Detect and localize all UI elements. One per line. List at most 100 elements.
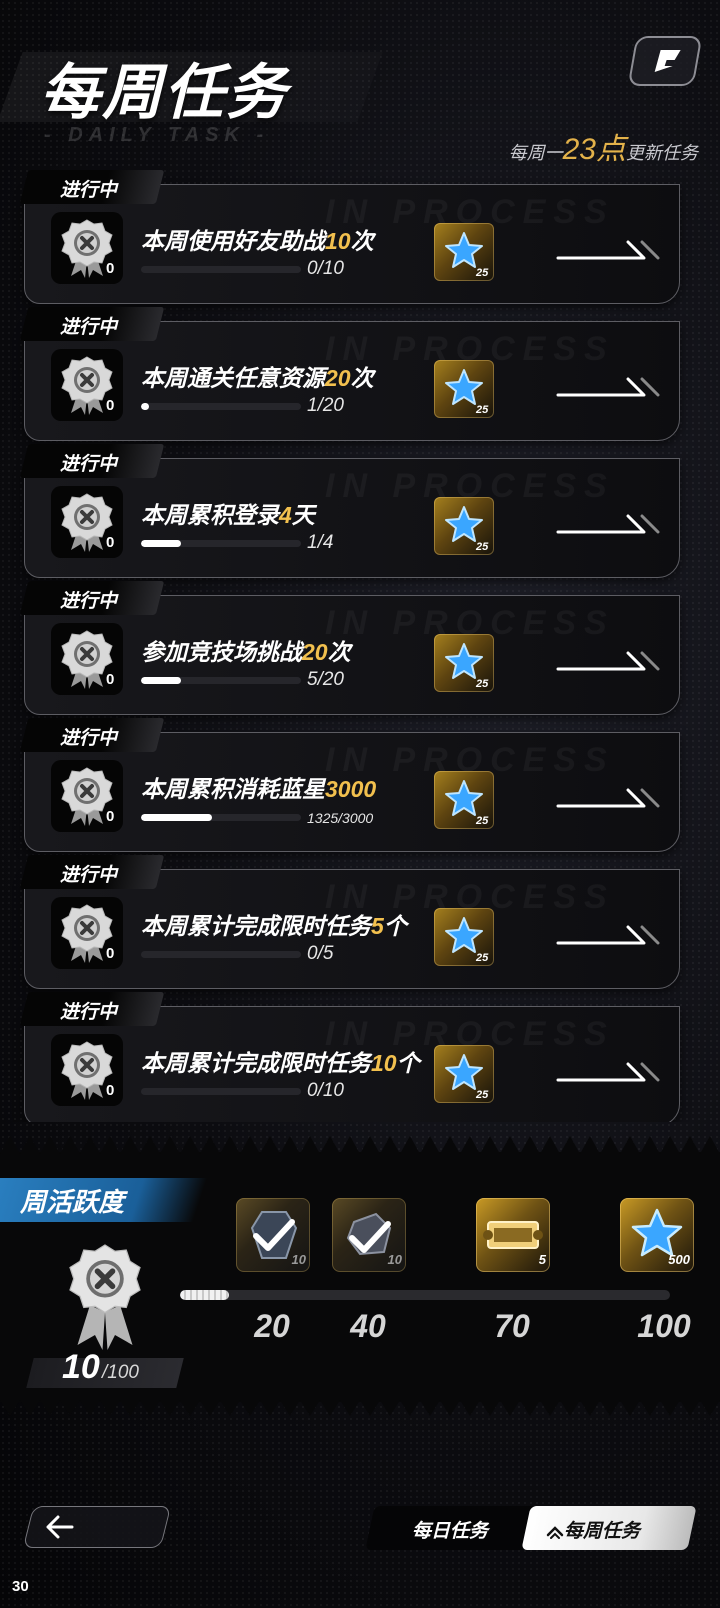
milestone-reward[interactable]: 5 — [476, 1198, 550, 1272]
task-name-post: 次 — [350, 365, 374, 391]
progress-text: 0/5 — [307, 943, 334, 964]
task-name: 本周累积登录4天 — [141, 496, 315, 530]
progress-track — [141, 814, 301, 821]
task-card: IN PROCESS 进行中 0 本周累积登录4天 1/4 — [10, 444, 680, 584]
go-arrow-icon[interactable] — [556, 373, 660, 399]
progress-track — [141, 403, 301, 410]
milestone-threshold: 70 — [494, 1308, 530, 1344]
progress-text: 0/10 — [307, 1080, 344, 1101]
task-name-highlight: 4 — [279, 502, 292, 528]
milestone-reward[interactable]: 10 — [236, 1198, 310, 1272]
progress-fill — [141, 677, 181, 684]
progress-text: 0/10 — [307, 258, 344, 279]
go-arrow-icon[interactable] — [556, 510, 660, 536]
task-name-post: 个 — [396, 1050, 420, 1076]
go-arrow-icon[interactable] — [556, 1058, 660, 1084]
task-name-pre: 本周使用好友助战 — [141, 228, 325, 254]
task-name-pre: 本周通关任意资源 — [141, 365, 325, 391]
activity-max: /100 — [102, 1362, 139, 1383]
reset-prefix: 每周一 — [508, 143, 563, 163]
status-label: 进行中 — [60, 591, 118, 612]
reset-suffix: 更新任务 — [626, 143, 698, 163]
task-list[interactable]: IN PROCESS 进行中 0 本周使用好友助战10次 0/10 — [0, 170, 720, 1122]
milestone-reward[interactable]: 500 — [620, 1198, 694, 1272]
back-arrow-icon[interactable] — [44, 1512, 76, 1542]
medal-count: 0 — [106, 534, 115, 551]
medal-count: 0 — [106, 808, 115, 825]
fps-counter: 30 — [12, 1578, 29, 1595]
progress-text: 1/20 — [307, 395, 344, 416]
task-name-pre: 本周累积登录 — [141, 502, 279, 528]
status-label: 进行中 — [60, 728, 118, 749]
reward-count: 25 — [476, 267, 489, 279]
medal-count: 0 — [106, 1082, 115, 1099]
task-card: IN PROCESS 进行中 0 本周累积消耗蓝星3000 1325/3000 — [10, 718, 680, 858]
progress-track — [141, 540, 301, 547]
task-name-pre: 本周累积消耗蓝星 — [141, 776, 325, 802]
task-name-highlight: 5 — [371, 913, 384, 939]
activity-progress-track — [180, 1290, 670, 1300]
task-name-post: 个 — [383, 913, 407, 939]
task-card: IN PROCESS 进行中 0 本周通关任意资源20次 1/20 — [10, 307, 680, 447]
progress-text: 5/20 — [307, 669, 344, 690]
subtitle-decoration: - DAILY TASK - — [44, 124, 270, 146]
task-name-post: 次 — [327, 639, 351, 665]
page-title: 每周任务 — [40, 59, 288, 126]
tab-weekly[interactable]: 每周任务 — [546, 1516, 640, 1543]
task-name: 本周累积消耗蓝星3000 — [141, 770, 376, 804]
progress-track — [141, 1088, 301, 1095]
milestone-threshold: 100 — [637, 1308, 691, 1344]
milestone-reward-count: 500 — [668, 1252, 690, 1267]
medal-count: 0 — [106, 397, 115, 414]
milestone-reward[interactable]: 10 — [332, 1198, 406, 1272]
reward-count: 25 — [476, 815, 489, 827]
task-card: IN PROCESS 进行中 0 本周使用好友助战10次 0/10 — [10, 170, 680, 310]
milestone-threshold: 20 — [254, 1308, 290, 1344]
go-arrow-icon[interactable] — [556, 784, 660, 810]
task-name-highlight: 10 — [325, 228, 351, 254]
task-name-pre: 本周累计完成限时任务 — [141, 1050, 371, 1076]
task-card: IN PROCESS 进行中 0 本周累计完成限时任务10个 0/10 — [10, 992, 680, 1122]
progress-text: 1/4 — [307, 532, 334, 553]
corner-flag-button[interactable] — [627, 36, 703, 86]
status-label: 进行中 — [60, 865, 118, 886]
activity-progress-fill — [180, 1290, 229, 1300]
chevron-up-icon — [546, 1526, 564, 1539]
task-card: IN PROCESS 进行中 0 参加竞技场挑战20次 5/20 — [10, 581, 680, 721]
task-name-highlight: 3000 — [325, 776, 377, 802]
task-tabs: 每日任务 每周任务 — [365, 1506, 697, 1550]
reward-count: 25 — [476, 678, 489, 690]
task-name-highlight: 10 — [371, 1050, 397, 1076]
task-name-pre: 参加竞技场挑战 — [141, 639, 302, 665]
medal-count: 0 — [106, 671, 115, 688]
task-name: 本周累计完成限时任务10个 — [141, 1044, 420, 1078]
go-arrow-icon[interactable] — [556, 647, 660, 673]
status-label: 进行中 — [60, 1002, 118, 1023]
milestone-reward-count: 10 — [387, 1252, 402, 1267]
medal-count: 0 — [106, 945, 115, 962]
reset-note: 每周一23点更新任务 — [509, 124, 698, 168]
task-card: IN PROCESS 进行中 0 本周累计完成限时任务5个 0/5 — [10, 855, 680, 995]
status-label: 进行中 — [60, 454, 118, 475]
medal-count: 0 — [106, 260, 115, 277]
activity-score: 10 — [62, 1348, 100, 1386]
activity-panel: 周活跃度 10 /100 10 20 10 40 5 70 500 100 — [0, 1122, 720, 1422]
go-arrow-icon[interactable] — [556, 236, 660, 262]
progress-fill — [141, 540, 181, 547]
task-name: 本周累计完成限时任务5个 — [141, 907, 407, 941]
go-arrow-icon[interactable] — [556, 921, 660, 947]
reward-count: 25 — [476, 952, 489, 964]
task-name-pre: 本周累计完成限时任务 — [141, 913, 371, 939]
progress-text: 1325/3000 — [307, 810, 374, 826]
sawtooth-bottom-edge — [0, 1400, 720, 1416]
tab-daily[interactable]: 每日任务 — [412, 1516, 488, 1543]
task-name-highlight: 20 — [325, 365, 351, 391]
progress-fill — [141, 403, 149, 410]
status-label: 进行中 — [60, 317, 118, 338]
progress-track — [141, 951, 301, 958]
task-name-highlight: 20 — [302, 639, 328, 665]
reward-count: 25 — [476, 541, 489, 553]
reset-hour: 23点 — [562, 133, 626, 166]
progress-track — [141, 266, 301, 273]
task-name: 本周使用好友助战10次 — [141, 222, 374, 256]
